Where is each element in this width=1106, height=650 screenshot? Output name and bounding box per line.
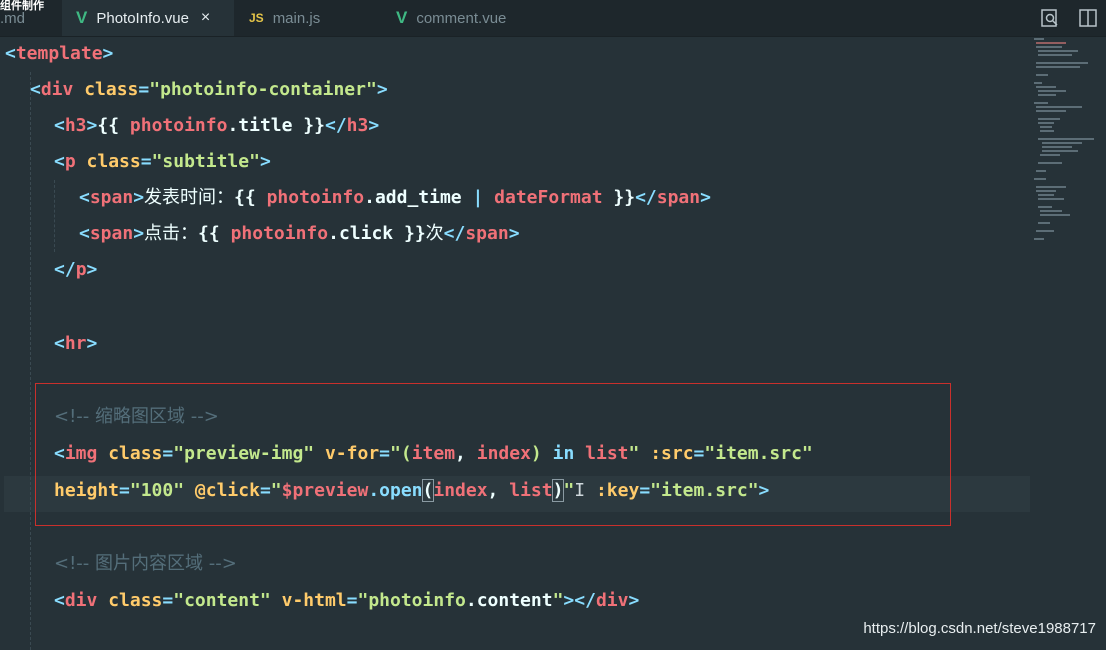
tab-label: PhotoInfo.vue bbox=[96, 9, 189, 27]
code-line-6: <span>点击：{{ photoinfo.click }}次</span> bbox=[79, 223, 520, 244]
tab-photoinfo-vue[interactable]: V PhotoInfo.vue × bbox=[62, 0, 234, 36]
tab-main-js[interactable]: JS main.js bbox=[235, 0, 380, 36]
tab-label: comment.vue bbox=[416, 9, 507, 27]
search-preview-icon[interactable] bbox=[1040, 8, 1060, 28]
close-icon[interactable]: × bbox=[201, 9, 210, 27]
js-icon: JS bbox=[249, 11, 264, 25]
code-line-4: <p class="subtitle"> bbox=[54, 151, 271, 172]
tab-label: main.js bbox=[272, 9, 321, 27]
code-editor[interactable]: <template> <div class="photoinfo-contain… bbox=[0, 36, 1030, 650]
code-line-8: <hr> bbox=[54, 333, 98, 354]
indent-guide bbox=[54, 180, 55, 252]
code-line-2: <div class="photoinfo-container"> bbox=[30, 79, 388, 100]
window-title: 组件制作 bbox=[0, 0, 44, 12]
tab-comment-vue[interactable]: V comment.vue bbox=[382, 0, 550, 36]
code-line-1: <template> bbox=[5, 43, 114, 64]
tab-bar: .md V PhotoInfo.vue × JS main.js V comme… bbox=[0, 0, 1106, 37]
vue-icon: V bbox=[76, 8, 88, 27]
code-line-5: <span>发表时间：{{ photoinfo.add_time | dateF… bbox=[79, 187, 711, 208]
code-line-7: </p> bbox=[54, 259, 98, 280]
code-line-13: <div class="content" v-html="photoinfo.c… bbox=[54, 590, 640, 611]
code-line-3: <h3>{{ photoinfo.title }}</h3> bbox=[54, 115, 380, 136]
vue-icon: V bbox=[396, 8, 408, 27]
split-editor-icon[interactable] bbox=[1078, 8, 1098, 28]
indent-guide bbox=[30, 72, 31, 650]
code-line-12: <!-- 图片内容区域 --> bbox=[54, 553, 237, 574]
minimap[interactable] bbox=[1032, 36, 1106, 296]
watermark: https://blog.csdn.net/steve1988717 bbox=[863, 620, 1096, 637]
highlight-box bbox=[35, 383, 951, 526]
